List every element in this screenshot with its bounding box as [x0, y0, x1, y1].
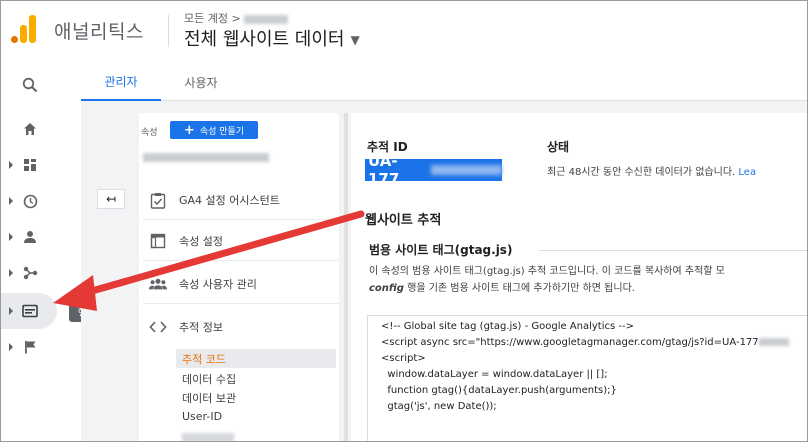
code-line: window.dataLayer = window.dataLayer || […: [381, 369, 608, 380]
code-icon: [149, 318, 167, 336]
property-label: 속성: [141, 128, 158, 138]
expand-triangle-icon: [9, 343, 13, 351]
rail-acquisition[interactable]: [1, 255, 59, 291]
code-line: gtag('js', new Date());: [381, 401, 497, 412]
tracking-id-value[interactable]: UA-177: [365, 152, 502, 188]
rail-search[interactable]: [1, 67, 59, 103]
tab-admin[interactable]: 관리자: [81, 63, 161, 101]
dashboard-icon: [21, 156, 39, 174]
expand-triangle-icon: [9, 307, 13, 315]
people-icon: [149, 275, 167, 293]
rail-home[interactable]: [1, 111, 59, 147]
submenu-tracking-code[interactable]: 추적 코드: [176, 349, 336, 368]
column-divider: [344, 113, 348, 441]
rail-behavior[interactable]: [1, 293, 57, 329]
checklist-icon: [149, 191, 167, 209]
create-property-label: 속성 만들기: [199, 126, 245, 137]
menu-item-label: 속성 설정: [179, 235, 223, 248]
menu-item-label: 속성 사용자 관리: [179, 278, 257, 291]
expand-triangle-icon: [9, 269, 13, 277]
menu-item-label: 추적 정보: [179, 321, 223, 334]
submenu-data-collection[interactable]: 데이터 수집: [176, 369, 336, 388]
tab-user[interactable]: 사용자: [161, 63, 241, 101]
code-line-text: <script async src="https://www.googletag…: [381, 337, 759, 348]
home-icon: [21, 120, 39, 138]
description-line-2-text: 행을 기존 범용 사이트 태그에 추가하기만 하면 됩니다.: [403, 283, 635, 294]
tab-bar: 관리자 사용자: [81, 63, 807, 101]
redacted-property-selector[interactable]: [143, 153, 269, 162]
view-selector[interactable]: 전체 웹사이트 데이터 ▼: [184, 25, 360, 51]
gtag-description: 이 속성의 범용 사이트 태그(gtag.js) 추적 코드입니다. 이 코드를…: [369, 263, 807, 297]
caret-down-icon: ▼: [350, 33, 360, 47]
gtag-heading: 범용 사이트 태그(gtag.js): [369, 243, 513, 257]
collapse-arrow-button[interactable]: ↤: [97, 189, 125, 209]
submenu-data-retention[interactable]: 데이터 보관: [176, 388, 336, 407]
code-line: <!-- Global site tag (gtag.js) - Google …: [381, 321, 634, 332]
expand-triangle-icon: [9, 161, 13, 169]
menu-item-tracking-info[interactable]: 추적 정보: [143, 307, 339, 347]
status-label: 상태: [547, 140, 570, 154]
arrow-left-icon: ↤: [105, 192, 117, 206]
description-line-1: 이 속성의 범용 사이트 태그(gtag.js) 추적 코드입니다. 이 코드를…: [369, 266, 725, 277]
config-keyword: config: [369, 283, 404, 294]
heading-rule: [539, 250, 807, 251]
submenu-user-id[interactable]: User-ID: [176, 407, 336, 426]
analytics-logo-icon[interactable]: [11, 15, 37, 43]
rail-audience[interactable]: [1, 219, 59, 255]
redacted-tracking-id: [431, 165, 502, 175]
redacted-account-name: [243, 14, 288, 24]
tracking-id-text: UA-177: [368, 152, 400, 188]
menu-item-property-user-management[interactable]: 속성 사용자 관리: [143, 264, 339, 304]
behavior-icon: [21, 302, 39, 320]
left-nav-rail: [1, 63, 61, 441]
flag-icon: [21, 338, 39, 356]
clock-icon: [21, 192, 39, 210]
app-name: 애널리틱스: [54, 21, 144, 43]
expand-triangle-icon: [9, 233, 13, 241]
create-property-button[interactable]: + 속성 만들기: [170, 121, 258, 139]
breadcrumb[interactable]: 모든 계정 >: [184, 10, 288, 26]
breadcrumb-label: 모든 계정 >: [184, 12, 241, 25]
submenu-cut-off[interactable]: [176, 426, 336, 441]
rail-conversions[interactable]: [1, 329, 59, 365]
learn-more-link[interactable]: Lea: [738, 167, 756, 178]
code-line: <script async src="https://www.googletag…: [381, 337, 789, 348]
expand-triangle-icon: [9, 197, 13, 205]
person-icon: [21, 228, 39, 246]
menu-item-ga4-setup[interactable]: GA4 설정 어시스턴트: [143, 180, 339, 220]
acquisition-icon: [21, 264, 39, 282]
code-line: <script>: [381, 353, 426, 364]
menu-item-property-settings[interactable]: 속성 설정: [143, 221, 339, 261]
code-line: function gtag(){dataLayer.push(arguments…: [381, 385, 617, 396]
search-icon: [21, 76, 39, 94]
app-window: 애널리틱스 모든 계정 > 전체 웹사이트 데이터 ▼ 관리자 사용자 속성 +…: [0, 0, 808, 442]
website-tracking-heading: 웹사이트 추적: [365, 213, 442, 228]
status-message-text: 최근 48시간 동안 수신한 데이터가 없습니다.: [547, 167, 736, 178]
view-title: 전체 웹사이트 데이터: [184, 29, 345, 50]
status-message: 최근 48시간 동안 수신한 데이터가 없습니다. Lea: [547, 163, 756, 178]
description-line-2: config 행을 기존 범용 사이트 태그에 추가하기만 하면 됩니다.: [369, 280, 807, 297]
window-icon: [149, 232, 167, 250]
rail-customization[interactable]: [1, 147, 59, 183]
plus-icon: +: [183, 122, 195, 138]
redacted-code-id: [758, 338, 789, 346]
menu-item-label: GA4 설정 어시스턴트: [179, 194, 280, 207]
top-bar: 애널리틱스 모든 계정 > 전체 웹사이트 데이터 ▼: [1, 1, 807, 63]
rail-realtime[interactable]: [1, 183, 59, 219]
header-divider: [168, 15, 169, 47]
